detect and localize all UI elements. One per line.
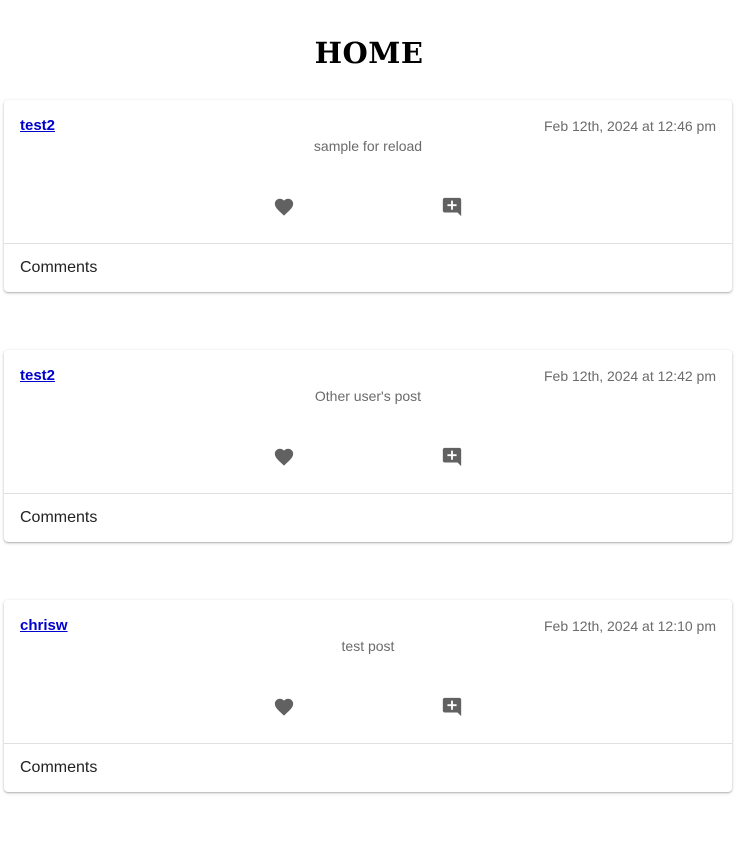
like-button[interactable] xyxy=(273,196,295,218)
post-card: chrisw Feb 12th, 2024 at 12:10 pm test p… xyxy=(4,600,732,792)
like-button[interactable] xyxy=(273,696,295,718)
like-button[interactable] xyxy=(273,446,295,468)
post-body: sample for reload xyxy=(313,138,423,154)
post-timestamp: Feb 12th, 2024 at 12:10 pm xyxy=(543,618,716,634)
heart-icon xyxy=(274,448,294,466)
comments-label[interactable]: Comments xyxy=(20,259,97,277)
post-body: test post xyxy=(341,638,395,654)
page-title: HOME xyxy=(314,36,424,70)
post-timestamp: Feb 12th, 2024 at 12:46 pm xyxy=(543,118,716,134)
post-card: test2 Feb 12th, 2024 at 12:42 pm Other u… xyxy=(4,350,732,542)
post-body: Other user's post xyxy=(314,388,422,404)
post-author-link[interactable]: chrisw xyxy=(20,617,68,634)
add-comment-button[interactable] xyxy=(441,696,463,718)
add-comment-icon xyxy=(442,447,462,467)
post-feed: test2 Feb 12th, 2024 at 12:46 pm sample … xyxy=(4,100,732,850)
post-author-link[interactable]: test2 xyxy=(20,117,55,134)
add-comment-icon xyxy=(442,197,462,217)
card-divider xyxy=(4,493,732,494)
card-divider xyxy=(4,243,732,244)
comments-label[interactable]: Comments xyxy=(20,509,97,527)
add-comment-button[interactable] xyxy=(441,446,463,468)
heart-icon xyxy=(274,698,294,716)
post-timestamp: Feb 12th, 2024 at 12:42 pm xyxy=(543,368,716,384)
post-card: test2 Feb 12th, 2024 at 12:46 pm sample … xyxy=(4,100,732,292)
card-divider xyxy=(4,743,732,744)
comments-label[interactable]: Comments xyxy=(20,759,97,777)
heart-icon xyxy=(274,198,294,216)
add-comment-button[interactable] xyxy=(441,196,463,218)
post-author-link[interactable]: test2 xyxy=(20,367,55,384)
add-comment-icon xyxy=(442,697,462,717)
